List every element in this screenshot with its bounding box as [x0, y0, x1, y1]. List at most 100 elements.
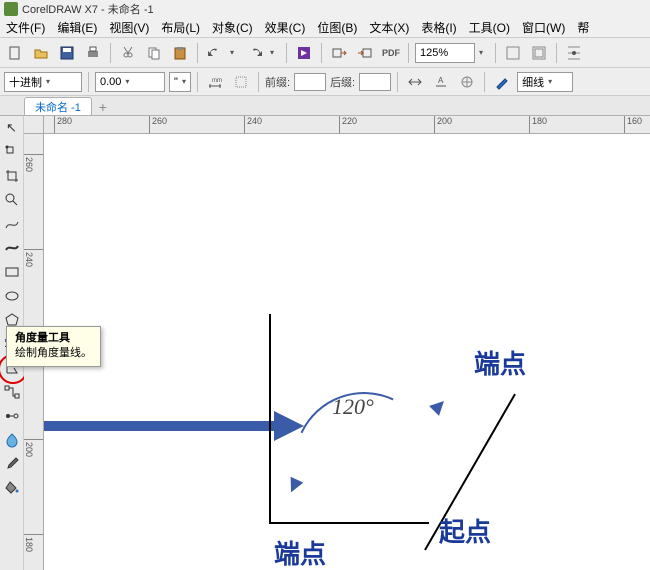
copy-button[interactable]	[143, 42, 165, 64]
separator	[88, 72, 89, 92]
separator	[408, 43, 409, 63]
crop-tool[interactable]	[2, 166, 22, 186]
separator	[556, 43, 557, 63]
document-tab-bar: 未命名 -1 +	[0, 96, 650, 116]
add-tab-button[interactable]: +	[94, 99, 112, 115]
ruler-tick: 200	[24, 439, 44, 457]
menu-effect[interactable]: 效果(C)	[265, 19, 306, 36]
menu-help[interactable]: 帮	[577, 19, 589, 36]
separator	[484, 72, 485, 92]
extension-button[interactable]	[456, 72, 478, 92]
menu-text[interactable]: 文本(X)	[369, 19, 409, 36]
tooltip-title: 角度量工具	[15, 331, 92, 346]
units-combo[interactable]: 十进制▾	[4, 72, 82, 92]
tooltip-desc: 绘制角度量线。	[15, 346, 92, 361]
separator	[286, 43, 287, 63]
cut-button[interactable]	[117, 42, 139, 64]
app-title: CorelDRAW X7 - 未命名 -1	[22, 1, 154, 17]
menu-object[interactable]: 对象(C)	[212, 19, 253, 36]
title-bar: CorelDRAW X7 - 未命名 -1	[0, 0, 650, 18]
separator	[197, 43, 198, 63]
pick-tool[interactable]: ↖	[2, 118, 22, 138]
eyedropper-tool[interactable]	[2, 454, 22, 474]
menu-tools[interactable]: 工具(O)	[469, 19, 510, 36]
svg-text:mm: mm	[212, 78, 222, 84]
open-button[interactable]	[30, 42, 52, 64]
text-position-button[interactable]: A	[430, 72, 452, 92]
menu-table[interactable]: 表格(I)	[421, 19, 456, 36]
snap-button[interactable]	[502, 42, 524, 64]
svg-text:A: A	[438, 76, 444, 85]
leader-button[interactable]	[404, 72, 426, 92]
options-button[interactable]	[528, 42, 550, 64]
suffix-label: 后缀:	[330, 74, 355, 90]
save-button[interactable]	[56, 42, 78, 64]
menu-edit[interactable]: 编辑(E)	[57, 19, 97, 36]
rectangle-tool[interactable]	[2, 262, 22, 282]
redo-button[interactable]	[244, 42, 266, 64]
zoom-input[interactable]	[415, 43, 475, 63]
outline-pen-button[interactable]	[491, 72, 513, 92]
zoom-dropdown[interactable]: ▾	[479, 48, 489, 57]
suffix-input[interactable]	[359, 73, 391, 91]
endpoint-label: 端点	[474, 344, 526, 381]
fill-tool[interactable]	[2, 478, 22, 498]
outline-width-combo[interactable]: 细线▾	[517, 72, 573, 92]
unit-display-combo[interactable]: "▾	[169, 72, 191, 92]
annotation-arrow-icon	[44, 414, 304, 438]
transparency-tool[interactable]	[2, 430, 22, 450]
undo-dropdown[interactable]: ▾	[230, 48, 240, 57]
ruler-tick: 200	[434, 116, 452, 134]
menu-view[interactable]: 视图(V)	[109, 19, 149, 36]
menu-window[interactable]: 窗口(W)	[522, 19, 565, 36]
drawing-canvas[interactable]: 120° 端点 起点 端点	[44, 134, 650, 570]
prefix-label: 前缀:	[265, 74, 290, 90]
precision-combo[interactable]: 0.00▾	[95, 72, 165, 92]
redo-dropdown[interactable]: ▾	[270, 48, 280, 57]
separator	[495, 43, 496, 63]
prefix-input[interactable]	[294, 73, 326, 91]
freehand-tool[interactable]	[2, 214, 22, 234]
tool-tooltip: 角度量工具 绘制角度量线。	[6, 326, 101, 367]
separator	[197, 72, 198, 92]
undo-button[interactable]	[204, 42, 226, 64]
shape-tool[interactable]	[2, 142, 22, 162]
artistic-media-tool[interactable]	[2, 238, 22, 258]
connector-tool[interactable]	[2, 382, 22, 402]
show-units-button[interactable]	[230, 72, 252, 92]
launch-button[interactable]	[293, 42, 315, 64]
startpoint-label: 起点	[439, 512, 491, 549]
import-button[interactable]	[328, 42, 350, 64]
align-button[interactable]	[563, 42, 585, 64]
angle-value-label: 120°	[332, 394, 374, 420]
zoom-tool[interactable]	[2, 190, 22, 210]
paste-button[interactable]	[169, 42, 191, 64]
ruler-tick: 260	[24, 154, 44, 172]
menu-bitmap[interactable]: 位图(B)	[317, 19, 357, 36]
document-tab[interactable]: 未命名 -1	[24, 97, 92, 115]
dimension-line	[269, 314, 271, 524]
menu-layout[interactable]: 布局(L)	[161, 19, 200, 36]
separator	[397, 72, 398, 92]
ruler-tick: 180	[529, 116, 547, 134]
auto-dim-button[interactable]: mm	[204, 72, 226, 92]
publish-pdf-button[interactable]: PDF	[380, 42, 402, 64]
new-button[interactable]	[4, 42, 26, 64]
ellipse-tool[interactable]	[2, 286, 22, 306]
separator	[258, 72, 259, 92]
interactive-tool[interactable]	[2, 406, 22, 426]
arc-arrowhead-icon	[429, 396, 449, 416]
ruler-corner[interactable]	[24, 116, 44, 134]
app-logo-icon	[4, 2, 18, 16]
ruler-tick: 220	[339, 116, 357, 134]
export-button[interactable]	[354, 42, 376, 64]
menu-bar: 文件(F) 编辑(E) 视图(V) 布局(L) 对象(C) 效果(C) 位图(B…	[0, 18, 650, 38]
print-button[interactable]	[82, 42, 104, 64]
menu-file[interactable]: 文件(F)	[6, 19, 45, 36]
standard-toolbar: ▾ ▾ PDF ▾	[0, 38, 650, 68]
ruler-tick: 160	[624, 116, 642, 134]
ruler-tick: 180	[24, 534, 44, 552]
endpoint-label: 端点	[274, 534, 326, 570]
horizontal-ruler[interactable]: 280 260 240 220 200 180 160	[44, 116, 650, 134]
separator	[321, 43, 322, 63]
